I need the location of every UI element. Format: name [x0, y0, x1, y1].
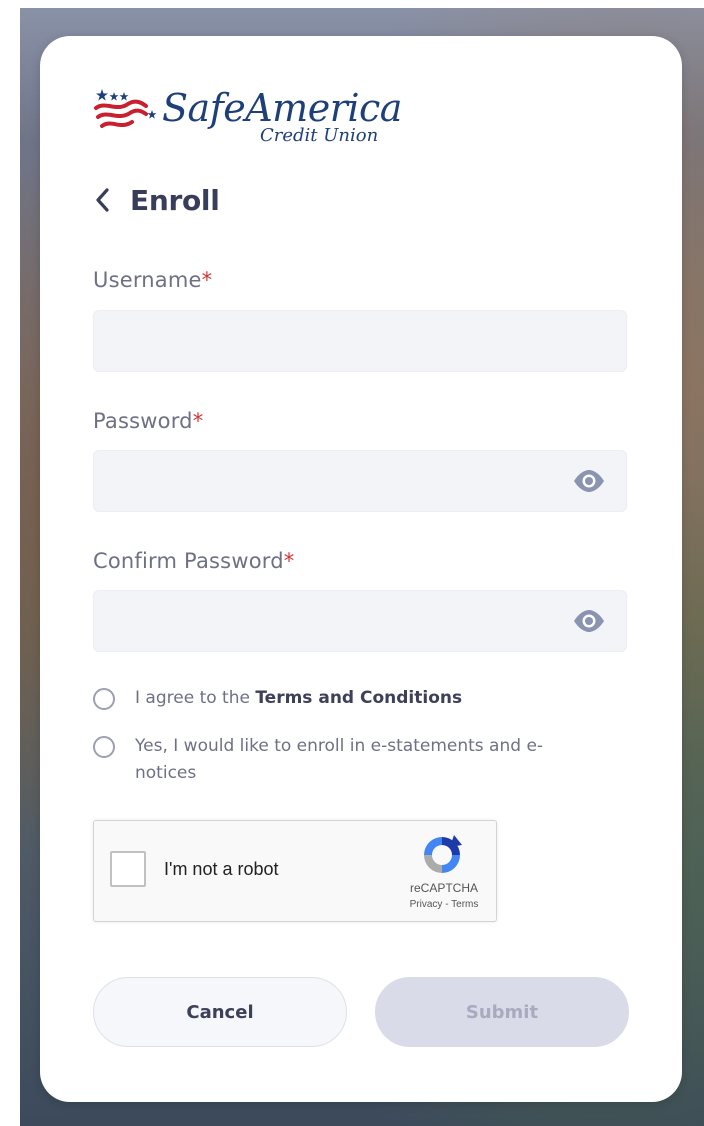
estatements-option[interactable]: Yes, I would like to enroll in e-stateme…: [93, 736, 595, 787]
terms-option[interactable]: I agree to the Terms and Conditions: [93, 688, 595, 712]
chevron-left-icon[interactable]: [92, 186, 114, 214]
confirm-password-label: Confirm Password*: [93, 549, 294, 573]
recaptcha-checkbox[interactable]: [110, 851, 146, 887]
confirm-password-input[interactable]: [94, 591, 626, 651]
password-label: Password*: [93, 409, 203, 433]
safeamerica-logo: SafeAmerica Credit Union: [92, 86, 402, 154]
enroll-card: SafeAmerica Credit Union Enroll Username…: [40, 36, 682, 1102]
page-title: Enroll: [130, 183, 220, 217]
required-mark: *: [283, 549, 295, 573]
eye-icon[interactable]: [572, 469, 606, 493]
username-label: Username*: [93, 268, 212, 292]
password-field[interactable]: [93, 450, 627, 512]
eye-icon[interactable]: [572, 609, 606, 633]
recaptcha-links[interactable]: Privacy - Terms: [394, 899, 494, 910]
brand-subtitle: Credit Union: [260, 125, 379, 146]
brand-name: SafeAmerica: [162, 86, 402, 130]
recaptcha-widget: I'm not a robot reCAPTCHA Privacy - Term…: [93, 820, 497, 922]
cancel-button[interactable]: Cancel: [93, 977, 347, 1047]
recaptcha-brand: reCAPTCHA: [409, 881, 478, 895]
username-label-text: Username: [93, 268, 202, 292]
password-input[interactable]: [94, 451, 626, 511]
required-mark: *: [201, 268, 213, 292]
terms-prefix: I agree to the: [135, 688, 256, 708]
required-mark: *: [192, 409, 204, 433]
password-label-text: Password: [93, 409, 193, 433]
username-field[interactable]: [93, 310, 627, 372]
recaptcha-label: I'm not a robot: [164, 859, 279, 879]
terms-text: I agree to the Terms and Conditions: [135, 685, 595, 712]
terms-radio[interactable]: [93, 688, 115, 710]
confirm-password-label-text: Confirm Password: [93, 549, 284, 573]
username-input[interactable]: [94, 311, 626, 371]
estatements-radio[interactable]: [93, 736, 115, 758]
terms-link[interactable]: Terms and Conditions: [255, 688, 462, 708]
confirm-password-field[interactable]: [93, 590, 627, 652]
estatements-text: Yes, I would like to enroll in e-stateme…: [135, 736, 544, 783]
page-header: Enroll: [92, 182, 220, 218]
flag-stars-icon: [94, 89, 157, 128]
page: SafeAmerica Credit Union Enroll Username…: [0, 0, 704, 1126]
submit-button[interactable]: Submit: [375, 977, 629, 1047]
recaptcha-icon: [424, 835, 462, 873]
